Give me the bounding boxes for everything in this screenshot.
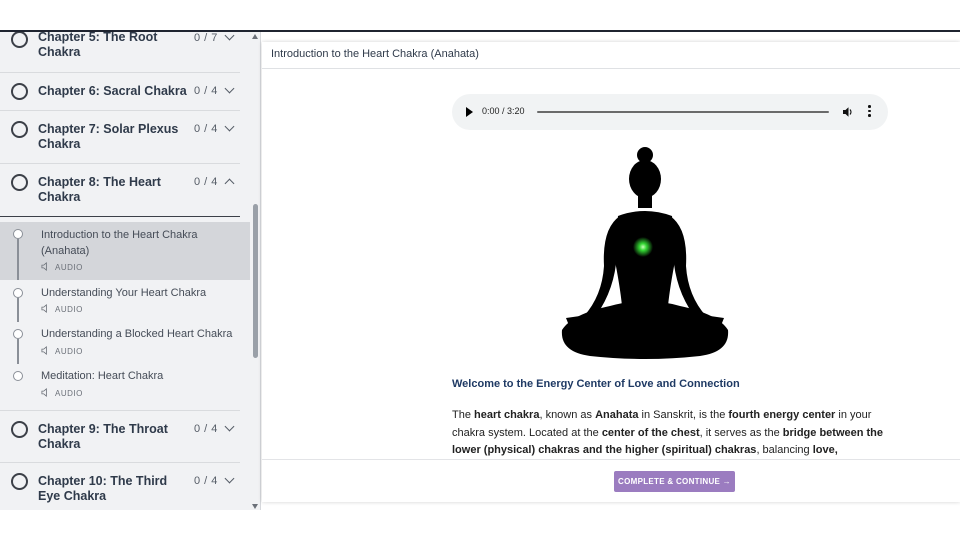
chapter-progress: 0 / 4 — [194, 423, 218, 435]
chapter-progress: 0 / 4 — [194, 176, 218, 188]
lesson-type: AUDIO — [41, 304, 83, 314]
chapter-progress: 0 / 4 — [194, 475, 218, 487]
course-sidebar: Chapter 5: The Root Chakra 0 / 7 Chapter… — [0, 32, 250, 510]
chapter-title: Chapter 9: The Throat Chakra — [38, 422, 168, 451]
sidebar-scrollbar[interactable] — [250, 32, 261, 510]
paragraph-text: , known as — [539, 409, 596, 421]
lesson-article: Welcome to the Energy Center of Love and… — [452, 378, 892, 460]
lesson-title: Understanding a Blocked Heart Chakra — [41, 328, 233, 340]
lesson-type-label: AUDIO — [55, 263, 83, 272]
speaker-icon — [41, 346, 47, 355]
chapter-status-icon — [11, 421, 28, 438]
volume-icon[interactable] — [842, 106, 854, 118]
lesson-type-label: AUDIO — [55, 389, 83, 398]
meditation-figure-image — [561, 147, 729, 359]
lesson-connector — [17, 298, 19, 322]
lesson-item[interactable]: Understanding Your Heart Chakra AUDIO — [0, 280, 250, 322]
chapter-status-icon — [11, 83, 28, 100]
paragraph-emphasis: heart chakra — [474, 409, 540, 421]
paragraph-text: , it serves as the — [699, 426, 783, 439]
chapter-title: Chapter 10: The Third Eye Chakra — [38, 474, 168, 503]
lesson-connector — [17, 339, 19, 364]
chapter-progress: 0 / 4 — [194, 123, 218, 135]
paragraph-text: in Sanskrit, is the — [638, 409, 729, 421]
speaker-icon — [41, 388, 47, 397]
top-bar — [0, 0, 960, 32]
chevron-down-icon[interactable] — [224, 83, 235, 94]
scroll-up-arrow-icon[interactable] — [252, 34, 258, 39]
speaker-icon — [41, 304, 47, 313]
article-heading: Welcome to the Energy Center of Love and… — [452, 378, 740, 390]
audio-time: 0:00 / 3:20 — [482, 106, 525, 116]
lesson-status-icon — [13, 229, 23, 239]
chapter-10[interactable]: Chapter 10: The Third Eye Chakra 0 / 4 — [0, 463, 240, 510]
chapter-status-icon — [11, 121, 28, 138]
lesson-connector — [17, 239, 19, 280]
paragraph-text: , balancing — [756, 444, 813, 456]
chapter-status-icon — [11, 174, 28, 191]
chevron-down-icon[interactable] — [224, 421, 235, 432]
chapter-9[interactable]: Chapter 9: The Throat Chakra 0 / 4 — [0, 410, 240, 463]
speaker-icon — [41, 262, 47, 271]
audio-player[interactable]: 0:00 / 3:20 — [452, 94, 888, 130]
lesson-type-label: AUDIO — [55, 305, 83, 314]
lesson-item[interactable]: Understanding a Blocked Heart Chakra AUD… — [0, 322, 250, 364]
chevron-down-icon[interactable] — [224, 121, 235, 132]
paragraph-emphasis: fourth energy center — [728, 409, 836, 421]
lesson-type-label: AUDIO — [55, 347, 83, 356]
lesson-type: AUDIO — [41, 388, 83, 398]
lesson-item[interactable]: Introduction to the Heart Chakra (Anahat… — [0, 222, 250, 280]
chapter-status-icon — [11, 473, 28, 490]
lesson-type: AUDIO — [41, 262, 83, 272]
article-paragraph: The heart chakra, known as Anahata in Sa… — [452, 407, 892, 460]
chapter-status-icon — [11, 32, 28, 48]
scroll-down-arrow-icon[interactable] — [252, 504, 258, 509]
lesson-status-icon — [13, 371, 23, 381]
chapter-title: Chapter 6: Sacral Chakra — [38, 84, 187, 98]
more-options-icon[interactable] — [868, 105, 871, 118]
chapter-8[interactable]: Chapter 8: The Heart Chakra 0 / 4 — [0, 164, 240, 217]
chevron-up-icon[interactable] — [224, 178, 235, 189]
play-icon[interactable] — [466, 107, 473, 117]
lesson-title: Meditation: Heart Chakra — [41, 370, 164, 382]
lesson-item[interactable]: Meditation: Heart Chakra AUDIO — [0, 364, 250, 404]
lesson-header: Introduction to the Heart Chakra (Anahat… — [262, 42, 960, 69]
lesson-title: Understanding Your Heart Chakra — [41, 287, 207, 299]
paragraph-emphasis: center of the chest — [601, 426, 700, 439]
chapter-progress: 0 / 7 — [194, 32, 218, 44]
paragraph-emphasis: Anahata — [595, 409, 639, 421]
scrollbar-thumb[interactable] — [253, 204, 258, 358]
chevron-down-icon[interactable] — [224, 473, 235, 484]
chapter-7[interactable]: Chapter 7: Solar Plexus Chakra 0 / 4 — [0, 111, 240, 164]
paragraph-text: The — [452, 409, 475, 421]
lesson-status-icon — [13, 288, 23, 298]
lesson-type: AUDIO — [41, 346, 83, 356]
lesson-content-panel: Introduction to the Heart Chakra (Anahat… — [262, 42, 960, 502]
chapter-progress: 0 / 4 — [194, 85, 218, 97]
lesson-title: Introduction to the Heart Chakra (Anahat… — [41, 229, 198, 257]
audio-seek-bar[interactable] — [537, 111, 829, 113]
chapter-5[interactable]: Chapter 5: The Root Chakra 0 / 7 — [0, 32, 240, 73]
lesson-footer: COMPLETE & CONTINUE → — [262, 459, 960, 502]
complete-continue-button[interactable]: COMPLETE & CONTINUE → — [614, 471, 735, 492]
paragraph-emphasis: love, — [812, 444, 838, 456]
chapter-title: Chapter 8: The Heart Chakra — [38, 175, 161, 204]
chapter-title: Chapter 5: The Root Chakra — [38, 32, 158, 59]
lesson-header-title: Introduction to the Heart Chakra (Anahat… — [271, 48, 479, 60]
chapter-6[interactable]: Chapter 6: Sacral Chakra 0 / 4 — [0, 73, 240, 111]
chapter-title: Chapter 7: Solar Plexus Chakra — [38, 122, 179, 151]
lesson-status-icon — [13, 329, 23, 339]
chevron-down-icon[interactable] — [224, 32, 235, 41]
